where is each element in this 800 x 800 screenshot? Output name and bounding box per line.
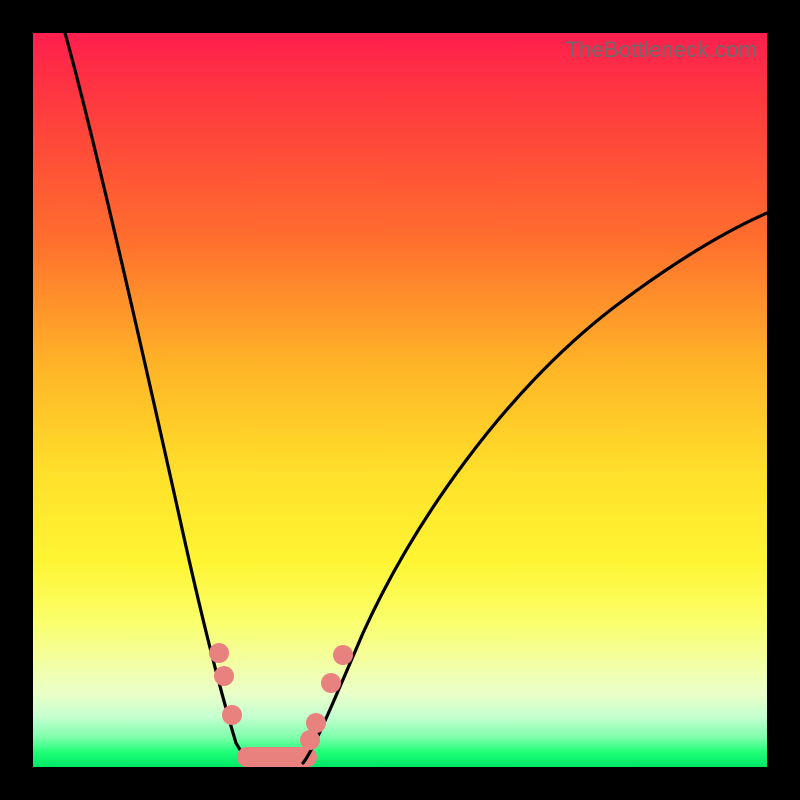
marker-dot <box>214 666 234 686</box>
marker-dot <box>333 645 353 665</box>
chart-frame: TheBottleneck.com <box>0 0 800 800</box>
marker-dot <box>300 730 320 750</box>
marker-dot <box>306 713 326 733</box>
marker-dot <box>222 705 242 725</box>
marker-dot <box>321 673 341 693</box>
chart-svg <box>33 33 767 767</box>
plot-area: TheBottleneck.com <box>33 33 767 767</box>
marker-dot <box>209 643 229 663</box>
curve-right <box>303 213 767 763</box>
